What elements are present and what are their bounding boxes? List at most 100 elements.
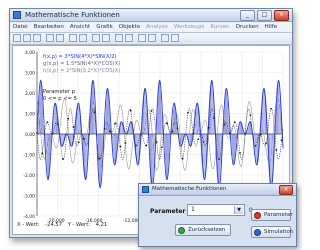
menu-datei[interactable]: Datei bbox=[10, 22, 31, 32]
function-legend: f(x,p) = 3*SIN(4*X)*SIN(X/2) g(x,p) = 1.… bbox=[43, 54, 120, 75]
menu-grafik[interactable]: Grafik bbox=[93, 22, 116, 32]
window-title: Mathematische Funktionen bbox=[25, 11, 120, 19]
settings-icon[interactable] bbox=[138, 34, 146, 42]
parameter-icon bbox=[254, 212, 261, 219]
dialog-app-icon bbox=[142, 186, 149, 193]
minimize-button[interactable]: _ bbox=[240, 10, 255, 21]
y-value: 4,21 bbox=[95, 222, 108, 228]
series-g-marker bbox=[145, 144, 148, 147]
dialog-title-bar[interactable]: Mathematische Funktionen × bbox=[139, 184, 296, 196]
series-g-marker bbox=[181, 157, 184, 160]
menu-kurven[interactable]: Kurven bbox=[207, 22, 232, 32]
menu-bearbeiten[interactable]: Bearbeiten bbox=[31, 22, 67, 32]
series-g-marker bbox=[98, 157, 101, 160]
app-icon bbox=[13, 11, 21, 19]
reset-button-label: Zurücksetzen bbox=[188, 227, 226, 233]
parameter-heading: Parameter p bbox=[43, 89, 75, 95]
series-g-marker bbox=[62, 158, 64, 161]
series-g-marker bbox=[103, 127, 106, 130]
zoom-in-icon[interactable] bbox=[69, 34, 77, 42]
dialog-close-button[interactable]: × bbox=[279, 185, 293, 195]
zoom-out-icon[interactable] bbox=[79, 34, 87, 42]
copy-icon[interactable] bbox=[56, 34, 64, 42]
y-tick-label: 4,00 bbox=[25, 50, 35, 56]
y-tick-label: -2,00 bbox=[23, 173, 35, 179]
param-p-select-value: 1 bbox=[191, 206, 195, 213]
help-icon[interactable] bbox=[148, 34, 156, 42]
parameter-dialog: Mathematische Funktionen × Parameter P: … bbox=[138, 183, 297, 247]
series-g-marker bbox=[280, 139, 283, 142]
series-g-marker bbox=[150, 110, 153, 112]
series-g-marker bbox=[218, 158, 221, 161]
title-bar[interactable]: Mathematische Funktionen _ □ × bbox=[10, 9, 292, 22]
menu-bar: Datei Bearbeiten Ansicht Grafik Objekte … bbox=[10, 22, 292, 33]
save-icon[interactable] bbox=[33, 34, 41, 42]
parameter-info: Parameter p 0 <= p <= 5 bbox=[43, 89, 77, 103]
axes-icon[interactable] bbox=[102, 34, 110, 42]
series-g-marker bbox=[275, 149, 278, 151]
legend-h: h(x,p) = 2*SIN(3.2*X)*COS(X) bbox=[43, 68, 121, 74]
series-g-marker bbox=[36, 132, 38, 134]
x-value: -24,57 bbox=[45, 222, 63, 228]
menu-hilfe[interactable]: Hilfe bbox=[262, 22, 281, 32]
simulation-icon bbox=[254, 229, 261, 236]
print-icon[interactable] bbox=[46, 34, 54, 42]
y-value-label: Y - Wert: bbox=[67, 222, 90, 228]
series-g-marker bbox=[259, 133, 262, 136]
param-p-select[interactable]: 1 ▼ bbox=[187, 204, 245, 216]
series-g-marker bbox=[197, 138, 200, 141]
open-folder-icon[interactable] bbox=[23, 34, 31, 42]
chevron-down-icon[interactable]: ▼ bbox=[234, 206, 243, 214]
series-g-marker bbox=[223, 123, 226, 126]
series-g-marker bbox=[114, 122, 116, 125]
maximize-button[interactable]: □ bbox=[257, 10, 272, 21]
series-g-marker bbox=[119, 145, 122, 148]
series-g-marker bbox=[67, 117, 70, 120]
function-icon[interactable] bbox=[115, 34, 123, 42]
y-tick-label: -1,00 bbox=[23, 153, 35, 159]
new-file-icon[interactable] bbox=[13, 34, 21, 42]
series-g-marker bbox=[270, 107, 273, 110]
series-g-marker bbox=[233, 121, 236, 124]
grid-icon[interactable] bbox=[92, 34, 100, 42]
table-icon[interactable] bbox=[125, 34, 133, 42]
series-g-marker bbox=[187, 111, 189, 114]
y-tick-label: 2,00 bbox=[25, 91, 35, 97]
series-g-marker bbox=[41, 152, 44, 155]
parameter-range: 0 <= p <= 5 bbox=[43, 96, 77, 102]
series-g-marker bbox=[108, 130, 111, 133]
series-g-marker bbox=[254, 144, 257, 147]
series-g-marker bbox=[82, 138, 85, 140]
series-g-marker bbox=[265, 142, 267, 145]
series-g-marker bbox=[134, 144, 137, 147]
series-g-marker bbox=[228, 132, 231, 135]
parameter-button-label: Parameter bbox=[264, 212, 293, 218]
series-g-marker bbox=[155, 141, 158, 143]
legend-f: f(x,p) = 3*SIN(4*X)*SIN(X/2) bbox=[43, 54, 117, 60]
menu-drucken[interactable]: Drucken bbox=[233, 22, 262, 32]
exit-icon[interactable] bbox=[171, 34, 179, 42]
series-g-marker bbox=[72, 126, 75, 128]
simulation-button[interactable]: Simulation bbox=[251, 226, 293, 238]
dialog-title: Mathematische Funktionen bbox=[152, 186, 227, 192]
menu-analyse[interactable]: Analyse bbox=[143, 22, 171, 32]
series-g-marker bbox=[140, 133, 142, 135]
close-button[interactable]: × bbox=[274, 10, 289, 21]
series-g-marker bbox=[207, 126, 210, 129]
toolbar bbox=[10, 33, 292, 45]
menu-werkzeuge[interactable]: Werkzeuge bbox=[171, 22, 208, 32]
series-g-marker bbox=[124, 142, 127, 144]
menu-objekte[interactable]: Objekte bbox=[116, 22, 143, 32]
series-g-marker bbox=[88, 133, 90, 136]
series-g-marker bbox=[160, 146, 163, 149]
legend-g: g(x,p) = 1.5*SIN(4*X)*COS(X) bbox=[43, 61, 121, 67]
series-g-marker bbox=[51, 132, 54, 135]
series-g-marker bbox=[171, 130, 174, 133]
y-tick-label: 1,00 bbox=[25, 112, 35, 118]
reset-button[interactable]: Zurücksetzen bbox=[175, 224, 231, 236]
info-icon[interactable] bbox=[161, 34, 169, 42]
y-tick-label: 0,00 bbox=[25, 132, 35, 138]
parameter-button[interactable]: Parameter bbox=[251, 209, 293, 221]
menu-ansicht[interactable]: Ansicht bbox=[67, 22, 93, 32]
series-g-marker bbox=[129, 109, 132, 112]
